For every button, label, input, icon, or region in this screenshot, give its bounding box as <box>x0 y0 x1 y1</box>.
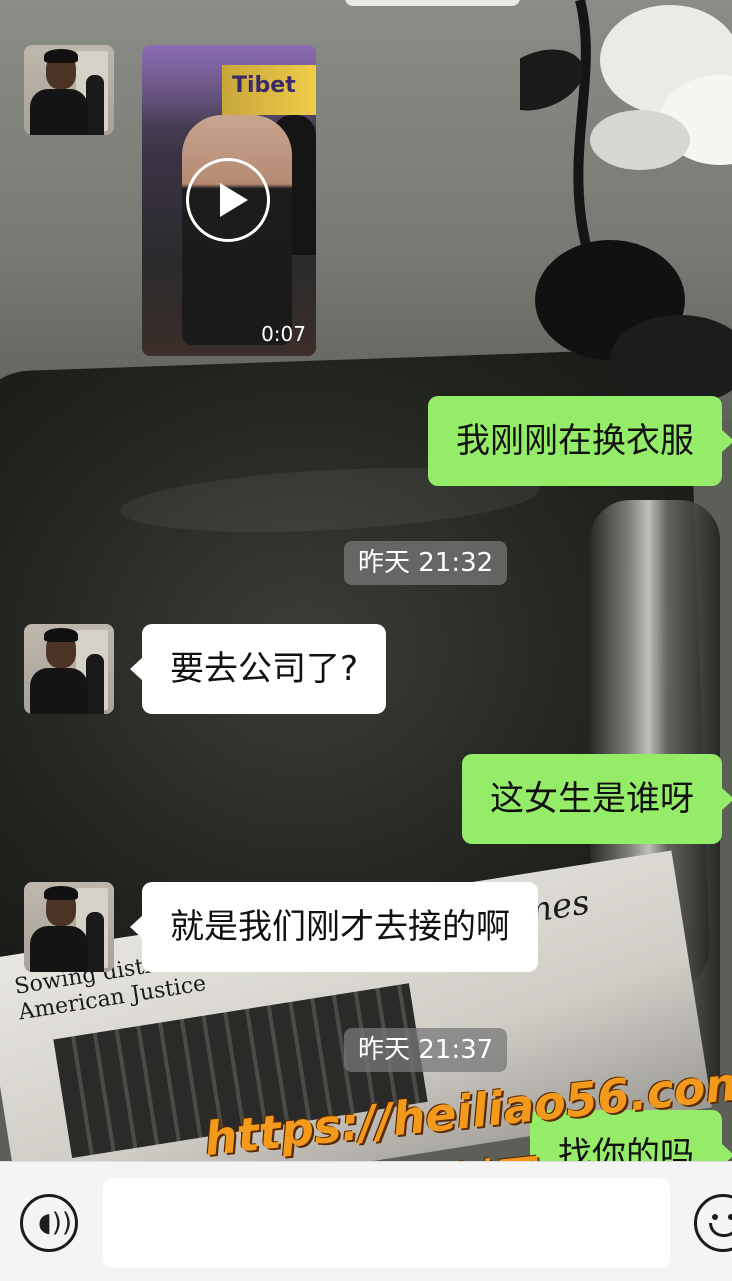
message-bubble-received[interactable]: 要去公司了? <box>129 624 387 714</box>
emoji-icon[interactable] <box>694 1194 732 1252</box>
message-bubble-sent[interactable]: 这女生是谁呀 <box>462 754 732 844</box>
chat-input-bar: ◖)) <box>0 1161 732 1281</box>
video-duration: 0:07 <box>261 322 306 346</box>
message-bubble-sent[interactable]: 我刚刚在换衣服 <box>428 396 732 486</box>
contact-avatar[interactable] <box>24 45 114 135</box>
voice-icon[interactable]: ◖)) <box>20 1194 78 1252</box>
video-message[interactable]: Tibet 0:07 <box>142 45 316 356</box>
contact-avatar[interactable] <box>24 624 114 714</box>
video-sign-text: Tibet <box>222 65 316 115</box>
flower-decoration <box>520 0 732 400</box>
message-input[interactable] <box>103 1178 670 1268</box>
contact-avatar[interactable] <box>24 882 114 972</box>
timestamp: 昨天 21:32 <box>344 541 508 585</box>
message-bubble-received[interactable]: 就是我们刚才去接的啊 <box>130 882 538 972</box>
play-icon[interactable] <box>186 158 270 242</box>
previous-bubble-edge <box>345 0 520 6</box>
